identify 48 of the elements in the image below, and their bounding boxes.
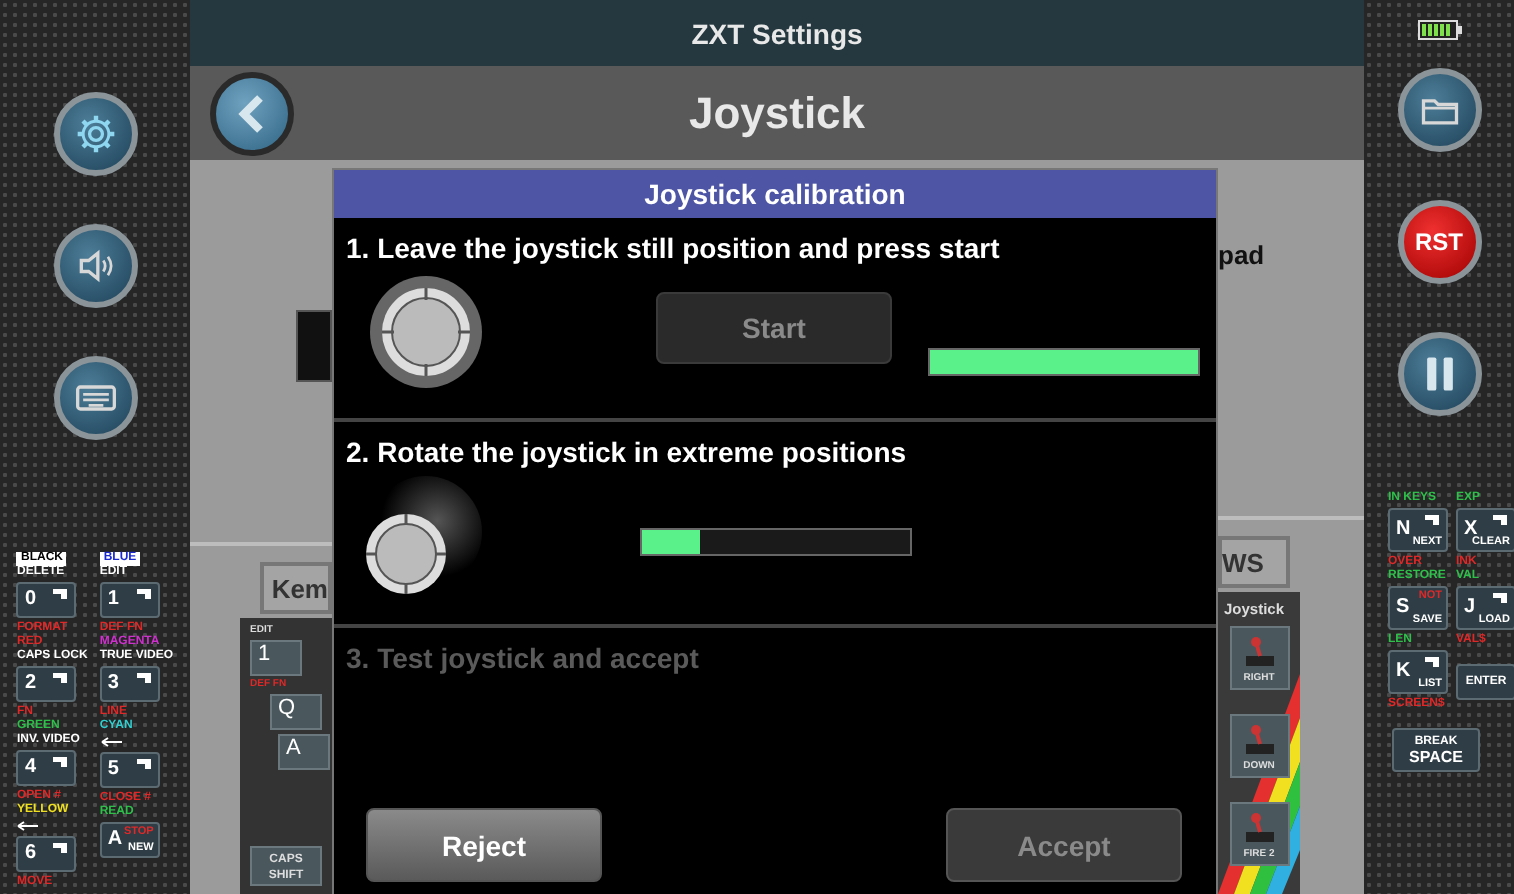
mode-field: WS — [1218, 536, 1290, 588]
keyboard-key[interactable]: 5 — [99, 752, 160, 788]
dialog-button[interactable]: Reject — [366, 808, 602, 882]
keyboard-key[interactable]: 3 — [99, 666, 160, 702]
block-graphic-icon — [52, 842, 69, 854]
mode-field: Kem — [260, 562, 332, 614]
keyboard-key[interactable]: 2 — [16, 666, 77, 702]
step-instruction: 3. Test joystick and accept — [346, 642, 701, 676]
keyboard-key[interactable]: 6 — [16, 836, 77, 872]
chevron-left-icon — [236, 93, 268, 133]
block-graphic-icon — [1492, 592, 1508, 604]
step-instruction: 1. Leave the joystick still position and press start — [346, 232, 1002, 266]
gear-icon — [73, 112, 117, 156]
setting-label: pad — [1218, 238, 1267, 270]
keyboard-key[interactable]: 1 — [99, 582, 160, 618]
block-graphic-icon — [52, 756, 69, 768]
keyboard-key: 1 — [250, 640, 302, 676]
keyboard-key: Q — [270, 694, 322, 730]
sound-button[interactable] — [53, 224, 137, 308]
reset-button[interactable]: RST — [1397, 200, 1481, 284]
dialog-title: Joystick calibration — [334, 170, 1216, 218]
back-button[interactable] — [210, 71, 294, 155]
arrow-icon — [99, 736, 124, 748]
dark-panel — [296, 310, 332, 382]
pause-button[interactable] — [1397, 332, 1481, 416]
joystick-icon — [1241, 636, 1277, 668]
joystick-icon — [1241, 724, 1277, 756]
joystick-icon — [1241, 812, 1277, 844]
block-graphic-icon — [52, 672, 69, 684]
keyboard-key[interactable]: 0 — [16, 582, 77, 618]
app-title: ZXT Settings — [190, 0, 1364, 66]
joystick-knob-icon — [368, 274, 484, 390]
block-graphic-icon — [135, 588, 152, 600]
keyboard-key[interactable]: 4 — [16, 750, 77, 786]
block-graphic-icon — [1424, 514, 1440, 526]
block-graphic-icon — [135, 672, 152, 684]
arrow-icon — [16, 820, 41, 832]
settings-button[interactable] — [53, 92, 137, 176]
block-graphic-icon — [135, 758, 152, 770]
battery-icon — [1417, 20, 1461, 40]
keyboard-key: A — [278, 734, 330, 770]
block-graphic-icon — [1424, 656, 1440, 668]
keyboard-button[interactable] — [53, 356, 137, 440]
block-graphic-icon — [1492, 514, 1508, 526]
block-graphic-icon — [52, 588, 69, 600]
folder-button[interactable] — [1397, 68, 1481, 152]
step-instruction: 2. Rotate the joystick in extreme positions — [346, 436, 909, 470]
page-title: Joystick — [686, 87, 868, 139]
